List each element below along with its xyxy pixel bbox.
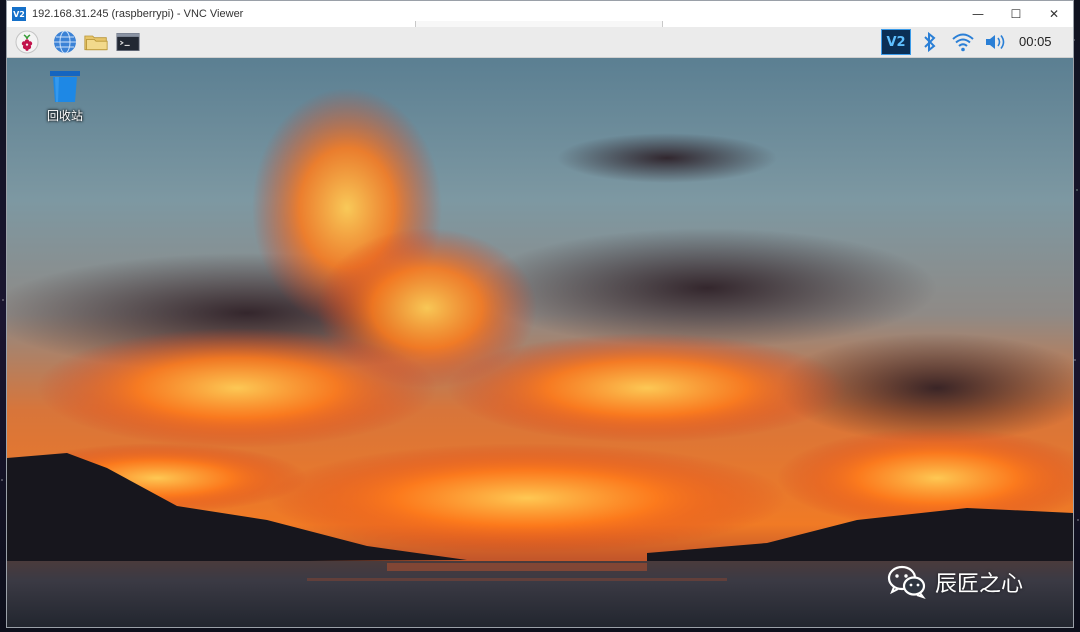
- raspberry-menu-icon[interactable]: [15, 30, 39, 54]
- terminal-icon[interactable]: [116, 30, 140, 54]
- sunset-wallpaper: [7, 58, 1073, 627]
- remote-desktop[interactable]: 回收站 辰匠之心: [7, 58, 1073, 627]
- vnc-viewer-window: V2 192.168.31.245 (raspberrypi) - VNC Vi…: [6, 0, 1074, 628]
- maximize-button[interactable]: ☐: [997, 1, 1035, 27]
- title-bar[interactable]: V2 192.168.31.245 (raspberrypi) - VNC Vi…: [7, 1, 1073, 28]
- web-browser-globe-icon[interactable]: [53, 30, 77, 54]
- trash-bin-icon: [50, 71, 80, 102]
- desktop-icon-trash[interactable]: 回收站: [43, 68, 87, 124]
- trash-label: 回收站: [46, 109, 83, 123]
- vnc-app-icon: V2: [12, 7, 26, 21]
- wechat-icon: [887, 565, 926, 599]
- close-button[interactable]: ✕: [1035, 1, 1073, 27]
- wechat-watermark: 辰匠之心: [887, 564, 1023, 600]
- watermark-text: 辰匠之心: [935, 572, 1024, 597]
- volume-icon[interactable]: [984, 32, 1008, 52]
- pi-taskbar: V2 00:05: [7, 27, 1073, 58]
- clock[interactable]: 00:05: [1019, 34, 1052, 49]
- window-title: 192.168.31.245 (raspberrypi) - VNC Viewe…: [32, 8, 244, 20]
- file-manager-folder-icon[interactable]: [84, 30, 108, 54]
- wifi-icon[interactable]: [951, 31, 975, 53]
- vnc-server-tray-icon[interactable]: V2: [881, 29, 911, 55]
- minimize-button[interactable]: —: [959, 1, 997, 27]
- bluetooth-icon[interactable]: [919, 31, 939, 53]
- window-controls: — ☐ ✕: [959, 1, 1073, 27]
